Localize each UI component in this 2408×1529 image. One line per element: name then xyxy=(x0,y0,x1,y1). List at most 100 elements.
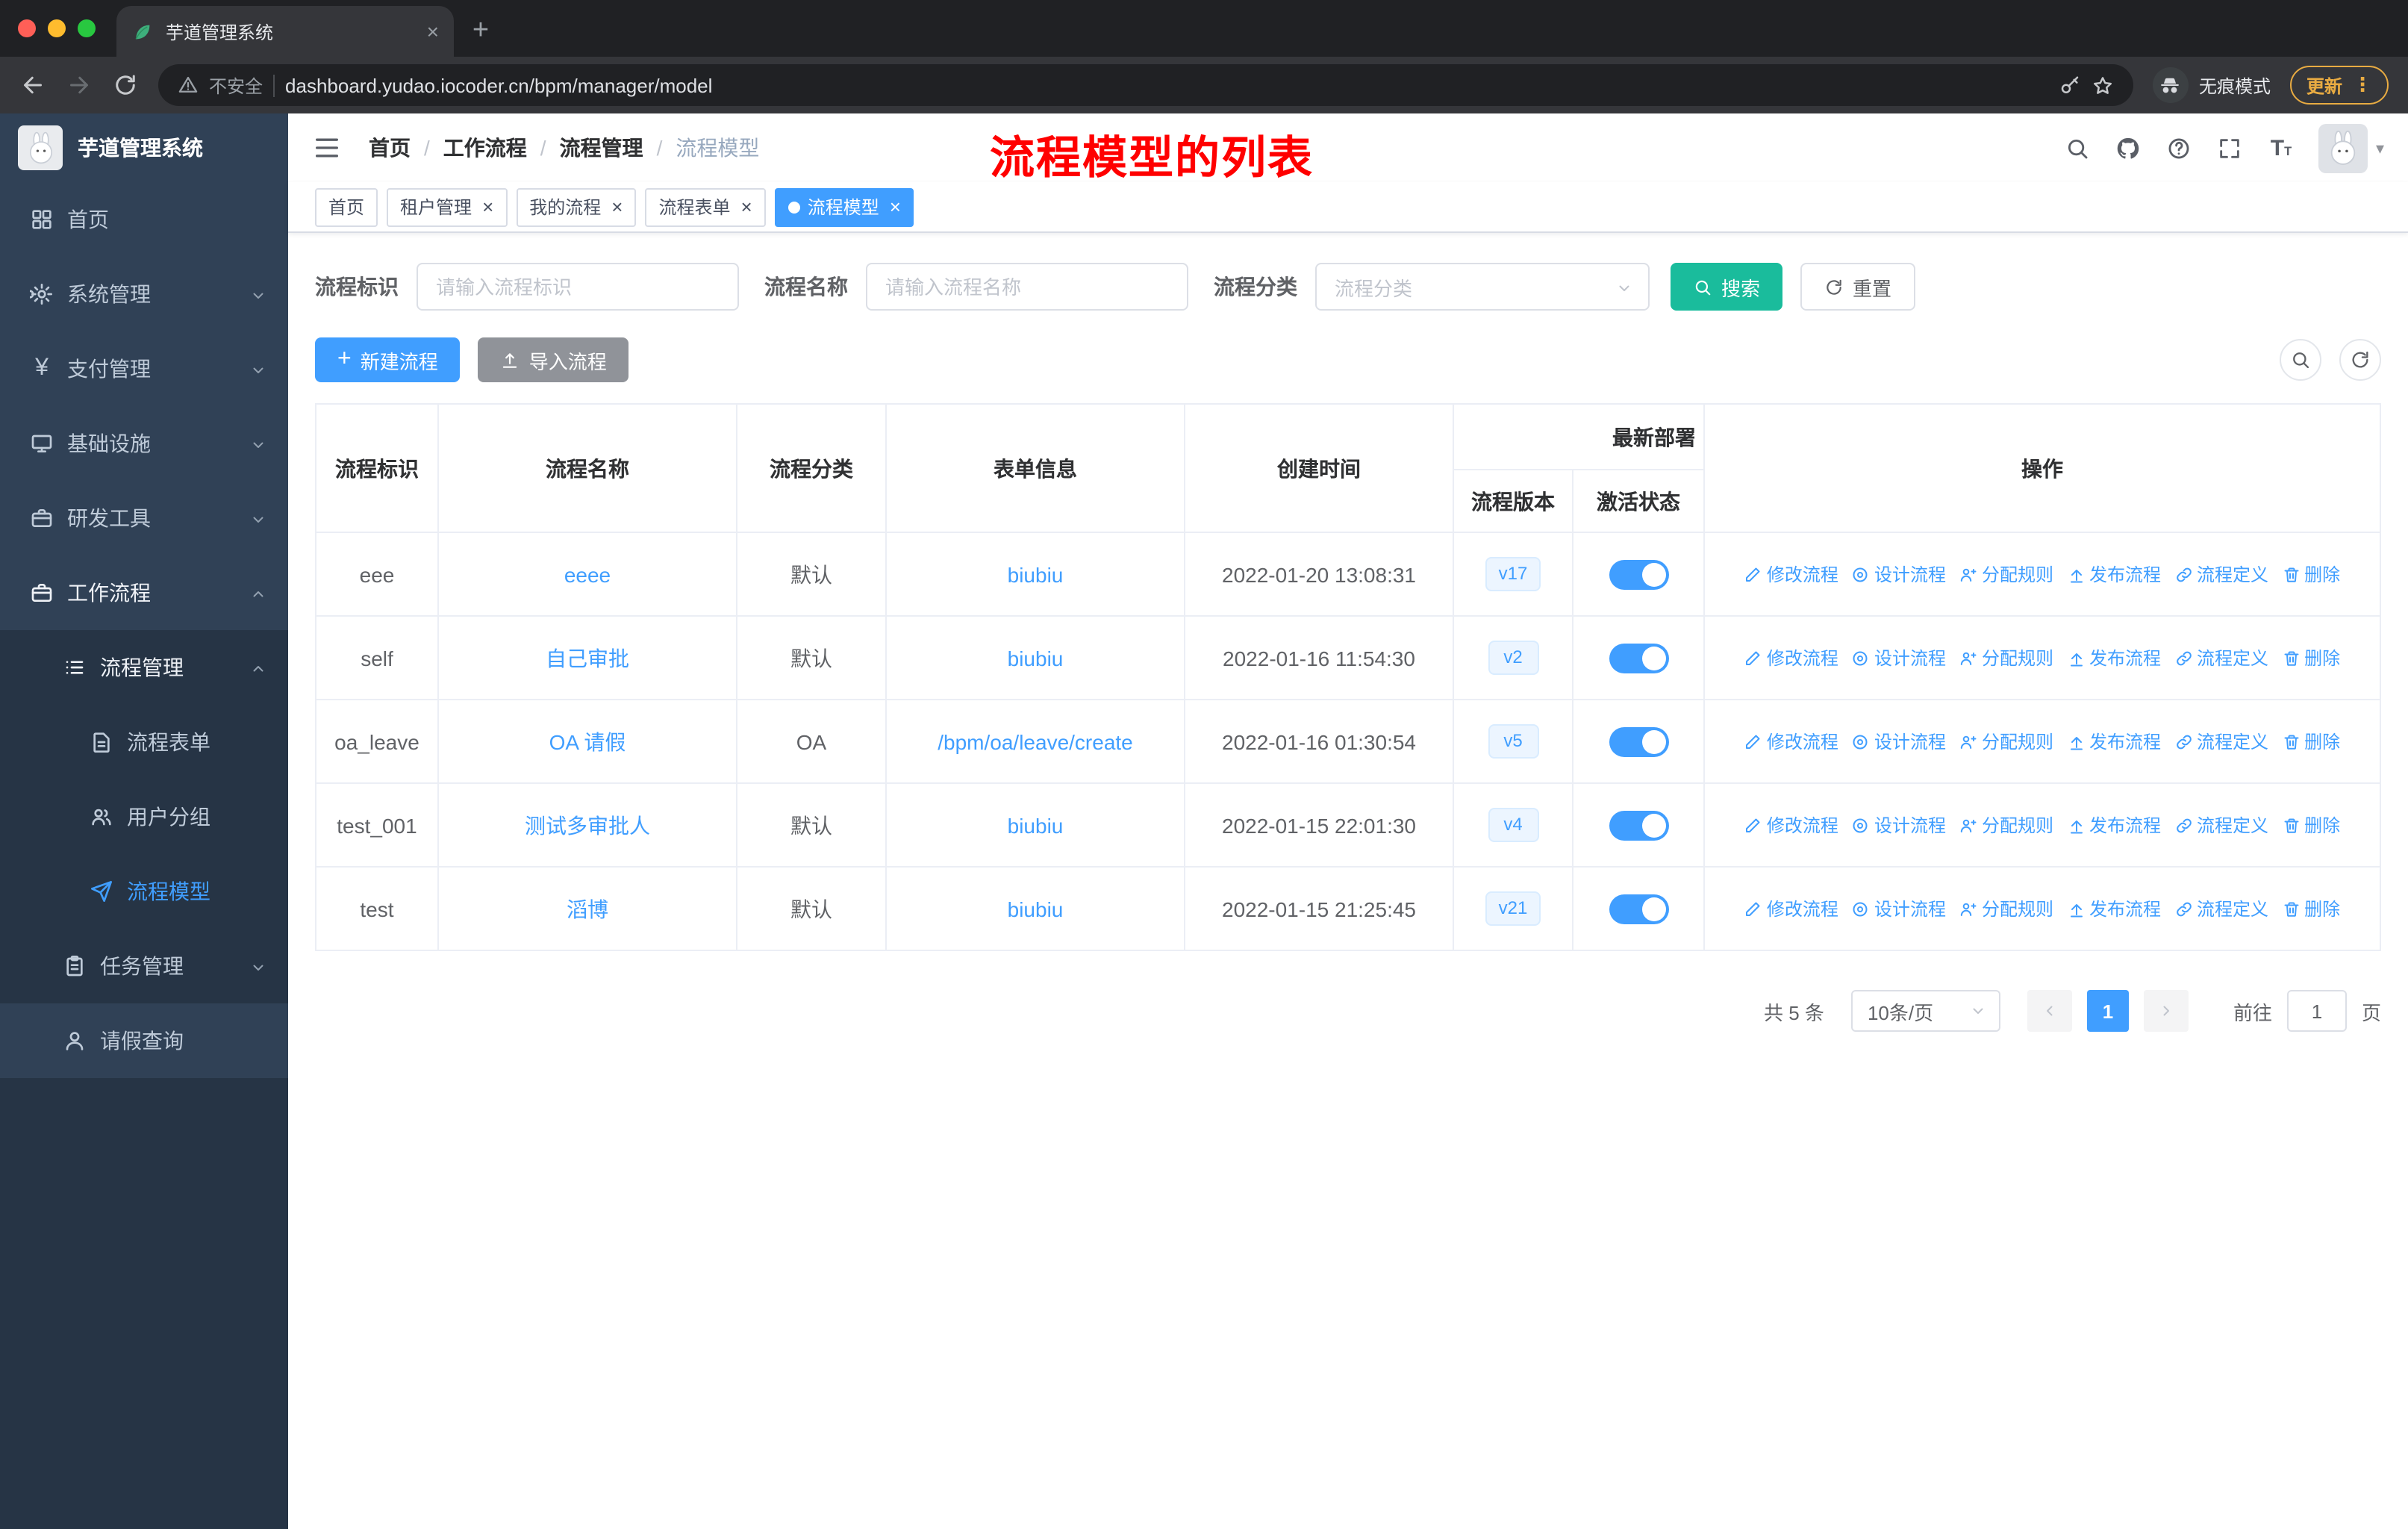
minimize-window-button[interactable] xyxy=(48,19,66,37)
sidebar-item-dev-tools[interactable]: 研发工具 xyxy=(0,481,288,555)
action-modify-process[interactable]: 修改流程 xyxy=(1744,896,1838,921)
browser-tab[interactable]: 芋道管理系统 × xyxy=(116,6,454,57)
page-size-select[interactable]: 10条/页 xyxy=(1850,990,2000,1032)
action-assign-rules[interactable]: 分配规则 xyxy=(1959,729,2053,754)
forward-icon[interactable] xyxy=(66,72,93,99)
action-delete[interactable]: 删除 xyxy=(2282,896,2340,921)
active-toggle[interactable] xyxy=(1609,810,1668,840)
close-window-button[interactable] xyxy=(18,19,36,37)
action-modify-process[interactable]: 修改流程 xyxy=(1744,645,1838,670)
toggle-search-button[interactable] xyxy=(2280,339,2321,381)
active-toggle[interactable] xyxy=(1609,894,1668,924)
action-process-definition[interactable]: 流程定义 xyxy=(2174,729,2268,754)
next-page-button[interactable] xyxy=(2143,990,2189,1032)
breadcrumb-item[interactable]: 首页 xyxy=(369,133,411,163)
bookmark-star-icon[interactable] xyxy=(2092,74,2114,96)
view-tag[interactable]: 我的流程 × xyxy=(516,187,637,226)
action-delete[interactable]: 删除 xyxy=(2282,812,2340,838)
breadcrumb-item[interactable]: 工作流程 xyxy=(443,133,527,163)
process-name-link[interactable]: OA 请假 xyxy=(549,729,626,753)
active-toggle[interactable] xyxy=(1609,559,1668,589)
sidebar-item-task-management[interactable]: 任务管理 xyxy=(0,929,288,1003)
action-design-process[interactable]: 设计流程 xyxy=(1852,812,1946,838)
process-name-input[interactable] xyxy=(866,263,1188,311)
update-button[interactable]: 更新 ⋮ xyxy=(2289,66,2389,105)
form-info-link[interactable]: biubiu xyxy=(1008,897,1064,921)
process-name-link[interactable]: eeee xyxy=(564,562,611,586)
action-process-definition[interactable]: 流程定义 xyxy=(2174,812,2268,838)
action-process-definition[interactable]: 流程定义 xyxy=(2174,896,2268,921)
view-tag[interactable]: 首页 xyxy=(315,187,378,226)
fontsize-icon[interactable]: TT xyxy=(2268,135,2294,161)
tag-close-icon[interactable]: × xyxy=(611,197,623,217)
page-number-1[interactable]: 1 xyxy=(2086,990,2129,1032)
question-icon[interactable] xyxy=(2167,135,2192,161)
fullscreen-icon[interactable] xyxy=(2218,135,2243,161)
sidebar-item-process-model[interactable]: 流程模型 xyxy=(0,854,288,929)
sidebar-item-payment-management[interactable]: ¥ 支付管理 xyxy=(0,331,288,406)
reload-icon[interactable] xyxy=(112,72,139,99)
action-publish-process[interactable]: 发布流程 xyxy=(2067,729,2161,754)
sidebar-item-process-management[interactable]: 流程管理 xyxy=(0,630,288,705)
action-process-definition[interactable]: 流程定义 xyxy=(2174,561,2268,587)
zoom-window-button[interactable] xyxy=(78,19,96,37)
sidebar-item-infrastructure[interactable]: 基础设施 xyxy=(0,406,288,481)
form-info-link[interactable]: biubiu xyxy=(1008,646,1064,670)
tag-close-icon[interactable]: × xyxy=(890,197,901,217)
import-process-button[interactable]: 导入流程 xyxy=(478,337,629,382)
action-assign-rules[interactable]: 分配规则 xyxy=(1959,561,2053,587)
active-toggle[interactable] xyxy=(1609,726,1668,756)
view-tag[interactable]: 租户管理 × xyxy=(387,187,508,226)
action-publish-process[interactable]: 发布流程 xyxy=(2067,561,2161,587)
goto-page-input[interactable] xyxy=(2286,990,2347,1032)
process-name-link[interactable]: 滔博 xyxy=(567,897,608,921)
sidebar-item-workflow[interactable]: 工作流程 xyxy=(0,555,288,630)
user-avatar[interactable]: ▾ xyxy=(2318,123,2384,172)
tag-close-icon[interactable]: × xyxy=(741,197,752,217)
github-icon[interactable] xyxy=(2116,135,2142,161)
new-tab-button[interactable]: + xyxy=(460,10,502,52)
search-button[interactable]: 搜索 xyxy=(1671,263,1783,311)
action-design-process[interactable]: 设计流程 xyxy=(1852,896,1946,921)
action-delete[interactable]: 删除 xyxy=(2282,561,2340,587)
action-assign-rules[interactable]: 分配规则 xyxy=(1959,812,2053,838)
tag-close-icon[interactable]: × xyxy=(482,197,493,217)
action-assign-rules[interactable]: 分配规则 xyxy=(1959,896,2053,921)
form-info-link[interactable]: biubiu xyxy=(1008,813,1064,837)
active-toggle[interactable] xyxy=(1609,643,1668,673)
action-design-process[interactable]: 设计流程 xyxy=(1852,561,1946,587)
action-delete[interactable]: 删除 xyxy=(2282,729,2340,754)
form-info-link[interactable]: /bpm/oa/leave/create xyxy=(938,729,1133,753)
search-icon[interactable] xyxy=(2065,135,2091,161)
refresh-table-button[interactable] xyxy=(2339,339,2381,381)
process-name-link[interactable]: 自己审批 xyxy=(546,646,629,670)
action-publish-process[interactable]: 发布流程 xyxy=(2067,645,2161,670)
view-tag[interactable]: 流程表单 × xyxy=(645,187,766,226)
action-delete[interactable]: 删除 xyxy=(2282,645,2340,670)
action-publish-process[interactable]: 发布流程 xyxy=(2067,896,2161,921)
reset-button[interactable]: 重置 xyxy=(1800,263,1916,311)
action-design-process[interactable]: 设计流程 xyxy=(1852,729,1946,754)
password-key-icon[interactable] xyxy=(2059,74,2081,96)
tab-close-icon[interactable]: × xyxy=(427,19,439,43)
menu-kebab-icon[interactable]: ⋮ xyxy=(2353,73,2372,97)
breadcrumb-item[interactable]: 流程管理 xyxy=(560,133,643,163)
sidebar-item-leave-query[interactable]: 请假查询 xyxy=(0,1003,288,1078)
back-icon[interactable] xyxy=(19,72,46,99)
sidebar-item-user-group[interactable]: 用户分组 xyxy=(0,779,288,854)
process-name-link[interactable]: 测试多审批人 xyxy=(525,813,650,837)
action-assign-rules[interactable]: 分配规则 xyxy=(1959,645,2053,670)
view-tag[interactable]: 流程模型 × xyxy=(774,187,914,226)
category-select[interactable]: 流程分类 xyxy=(1315,263,1650,311)
process-id-input[interactable] xyxy=(417,263,739,311)
sidebar-item-process-form[interactable]: 流程表单 xyxy=(0,705,288,779)
action-publish-process[interactable]: 发布流程 xyxy=(2067,812,2161,838)
prev-page-button[interactable] xyxy=(2027,990,2072,1032)
sidebar-item-home[interactable]: 首页 xyxy=(0,182,288,257)
address-bar[interactable]: 不安全 dashboard.yudao.iocoder.cn/bpm/manag… xyxy=(158,64,2133,106)
hamburger-icon[interactable] xyxy=(312,133,342,163)
action-modify-process[interactable]: 修改流程 xyxy=(1744,812,1838,838)
action-modify-process[interactable]: 修改流程 xyxy=(1744,561,1838,587)
action-process-definition[interactable]: 流程定义 xyxy=(2174,645,2268,670)
form-info-link[interactable]: biubiu xyxy=(1008,562,1064,586)
